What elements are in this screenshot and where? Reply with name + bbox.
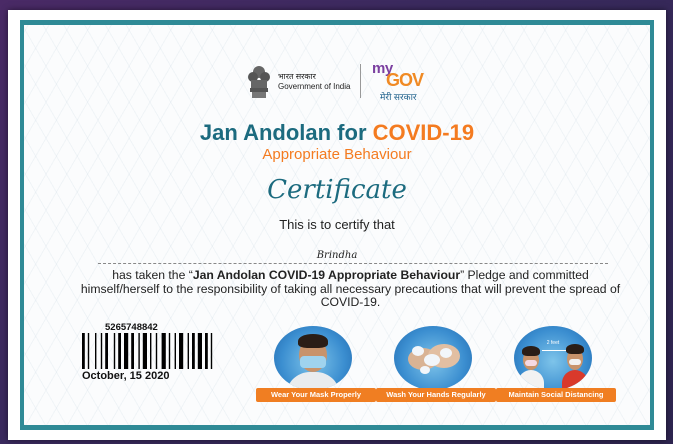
mygov-logo: my GOV मेरी सरकार — [368, 60, 442, 106]
certificate-heading: Certificate — [267, 175, 407, 205]
recipient-name: Brindha — [316, 250, 358, 261]
certify-line: This is to certify that — [279, 217, 395, 232]
mygov-gov: GOV — [386, 70, 424, 90]
goi-english: Government of India — [278, 82, 351, 91]
tile-wash-hands: Wash Your Hands Regularly — [376, 326, 496, 402]
page-subtitle: Appropriate Behaviour — [262, 146, 412, 163]
pledge-text: has taken the “Jan Andolan COVID-19 Appr… — [78, 268, 623, 310]
mygov-hindi: मेरी सरकार — [380, 92, 417, 102]
title-part2: COVID-19 — [372, 120, 475, 145]
page-title: Jan Andolan for COVID-19 — [8, 120, 666, 146]
hand-wash-icon — [394, 326, 472, 390]
tile-wear-mask: Wear Your Mask Properly — [256, 326, 376, 402]
certificate-content: भारत सरकार Government of India my GOV मे… — [8, 10, 666, 440]
national-emblem-icon — [248, 66, 270, 98]
certificate-sheet: भारत सरकार Government of India my GOV मे… — [8, 10, 666, 440]
social-distance-icon: 2 feet — [514, 326, 592, 390]
certificate-number: 5265748842 — [105, 322, 158, 333]
mask-person-icon — [274, 326, 352, 390]
title-part1: Jan Andolan for — [199, 120, 373, 145]
logo-divider — [360, 64, 361, 98]
goi-hindi: भारत सरकार — [278, 72, 316, 81]
logo-row: भारत सरकार Government of India my GOV मे… — [8, 60, 666, 110]
pledge-name: Jan Andolan COVID-19 Appropriate Behavio… — [192, 268, 461, 282]
pledge-prefix: has taken the “ — [112, 268, 193, 282]
name-underline — [98, 263, 608, 264]
tile-label: Wear Your Mask Properly — [256, 388, 376, 402]
government-of-india-text: भारत सरकार Government of India — [278, 72, 350, 92]
barcode — [82, 333, 213, 369]
tile-social-distance: 2 feet Maintain Social Distancing — [496, 326, 616, 402]
distance-label: 2 feet — [546, 340, 560, 346]
certificate-date: October, 15 2020 — [82, 370, 170, 382]
tile-label: Wash Your Hands Regularly — [376, 388, 496, 402]
tile-label: Maintain Social Distancing — [496, 388, 616, 402]
